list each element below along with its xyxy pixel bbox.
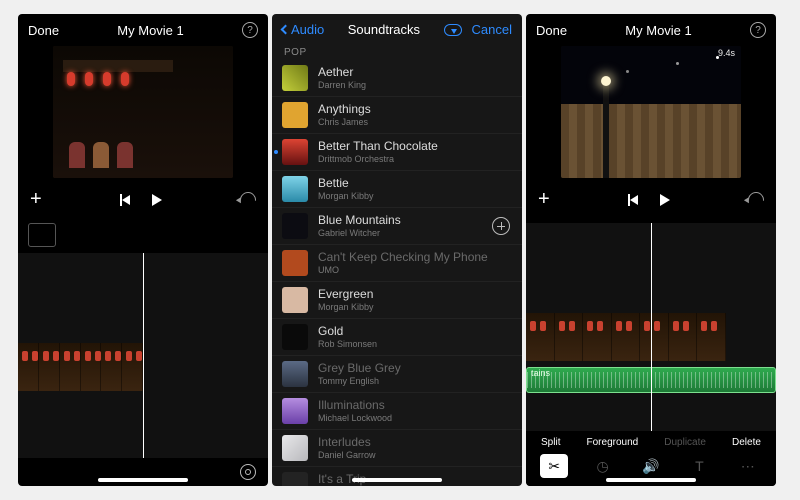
clip-placeholder-icon [28, 223, 56, 247]
track-title: Blue Mountains [318, 214, 401, 228]
track-artist: Daniel Garrow [318, 450, 376, 460]
track-title: Aether [318, 66, 366, 80]
track-artist: Darren King [318, 80, 366, 90]
timeline[interactable]: tains [526, 223, 776, 431]
volume-tool[interactable]: 🔊 [637, 454, 665, 478]
track-row[interactable]: Grey Blue GreyTommy English [272, 356, 522, 393]
track-row[interactable]: Better Than ChocolateDrittmob Orchestra [272, 134, 522, 171]
track-row[interactable]: BettieMorgan Kibby [272, 171, 522, 208]
track-title: Bettie [318, 177, 374, 191]
delete-action[interactable]: Delete [732, 437, 761, 448]
track-row[interactable]: InterludesDaniel Garrow [272, 430, 522, 467]
cancel-button[interactable]: Cancel [472, 22, 512, 37]
track-list[interactable]: AetherDarren KingAnythingsChris JamesBet… [272, 60, 522, 486]
now-playing-dot-icon [274, 150, 278, 154]
track-title: Illuminations [318, 399, 392, 413]
track-title: Anythings [318, 103, 371, 117]
home-indicator[interactable] [352, 478, 442, 482]
settings-icon[interactable] [240, 464, 256, 480]
cloud-download-icon[interactable] [444, 24, 462, 36]
back-button[interactable]: Audio [282, 22, 324, 37]
track-artist: Drittmob Orchestra [318, 154, 438, 164]
foreground-action[interactable]: Foreground [587, 437, 639, 448]
track-row[interactable]: AetherDarren King [272, 60, 522, 97]
track-artist: Chris James [318, 117, 371, 127]
album-art [282, 65, 308, 91]
video-clip[interactable] [526, 313, 726, 361]
timeline[interactable] [18, 253, 268, 458]
track-artist: Gabriel Witcher [318, 228, 401, 238]
track-artist: Morgan Kibby [318, 191, 374, 201]
add-media-button[interactable]: + [30, 188, 42, 211]
track-artist: Rob Simonsen [318, 339, 377, 349]
album-art [282, 398, 308, 424]
play-button[interactable] [152, 194, 162, 206]
album-art [282, 139, 308, 165]
split-action[interactable]: Split [541, 437, 560, 448]
project-title: My Movie 1 [625, 23, 691, 38]
done-button[interactable]: Done [28, 23, 59, 38]
editor-screen-left: Done My Movie 1 ? + [18, 14, 268, 486]
album-art [282, 250, 308, 276]
project-title: My Movie 1 [117, 23, 183, 38]
album-art [282, 361, 308, 387]
album-art [282, 176, 308, 202]
track-title: Better Than Chocolate [318, 140, 438, 154]
playhead[interactable] [651, 223, 652, 431]
track-title: Grey Blue Grey [318, 362, 401, 376]
track-artist: Morgan Kibby [318, 302, 374, 312]
undo-button[interactable] [745, 188, 768, 211]
track-artist: UMO [318, 265, 488, 275]
album-art [282, 102, 308, 128]
track-row[interactable]: Blue MountainsGabriel Witcher [272, 208, 522, 245]
section-header: POP [272, 41, 522, 60]
track-artist: Michael Lockwood [318, 413, 392, 423]
picker-title: Soundtracks [348, 22, 420, 37]
play-button[interactable] [660, 194, 670, 206]
track-title: Gold [318, 325, 377, 339]
album-art [282, 287, 308, 313]
track-title: Interludes [318, 436, 376, 450]
home-indicator[interactable] [98, 478, 188, 482]
track-artist: Tommy English [318, 376, 401, 386]
editor-screen-right: Done My Movie 1 ? 9.4s + tains Split For… [526, 14, 776, 486]
titles-tool: T [685, 454, 713, 478]
filters-tool: ⋯ [734, 454, 762, 478]
album-art [282, 472, 308, 486]
clip-action-bar: Split Foreground Duplicate Delete [526, 431, 776, 450]
track-title: Evergreen [318, 288, 374, 302]
speed-tool: ◷ [589, 454, 617, 478]
playhead[interactable] [143, 253, 144, 458]
help-icon[interactable]: ? [242, 22, 258, 38]
album-art [282, 435, 308, 461]
add-track-button[interactable] [492, 217, 510, 235]
skip-to-start-button[interactable] [120, 194, 130, 206]
home-indicator[interactable] [606, 478, 696, 482]
add-media-button[interactable]: + [538, 188, 550, 211]
album-art [282, 213, 308, 239]
help-icon[interactable]: ? [750, 22, 766, 38]
done-button[interactable]: Done [536, 23, 567, 38]
scissors-tool[interactable]: ✂ [540, 454, 568, 478]
video-preview[interactable]: 9.4s [561, 46, 741, 178]
track-row[interactable]: EvergreenMorgan Kibby [272, 282, 522, 319]
video-clip[interactable] [18, 343, 143, 391]
soundtrack-picker-screen: Audio Soundtracks Cancel POP AetherDarre… [272, 14, 522, 486]
album-art [282, 324, 308, 350]
track-row[interactable]: AnythingsChris James [272, 97, 522, 134]
undo-button[interactable] [237, 188, 260, 211]
track-row[interactable]: Can't Keep Checking My PhoneUMO [272, 245, 522, 282]
track-row[interactable]: IlluminationsMichael Lockwood [272, 393, 522, 430]
track-title: Can't Keep Checking My Phone [318, 251, 488, 265]
track-row[interactable]: It's a TripJoywave [272, 467, 522, 486]
track-row[interactable]: GoldRob Simonsen [272, 319, 522, 356]
duplicate-action: Duplicate [664, 437, 706, 448]
video-preview[interactable] [53, 46, 233, 178]
preview-timestamp: 9.4s [718, 48, 735, 58]
chevron-left-icon [281, 25, 291, 35]
skip-to-start-button[interactable] [628, 194, 638, 206]
